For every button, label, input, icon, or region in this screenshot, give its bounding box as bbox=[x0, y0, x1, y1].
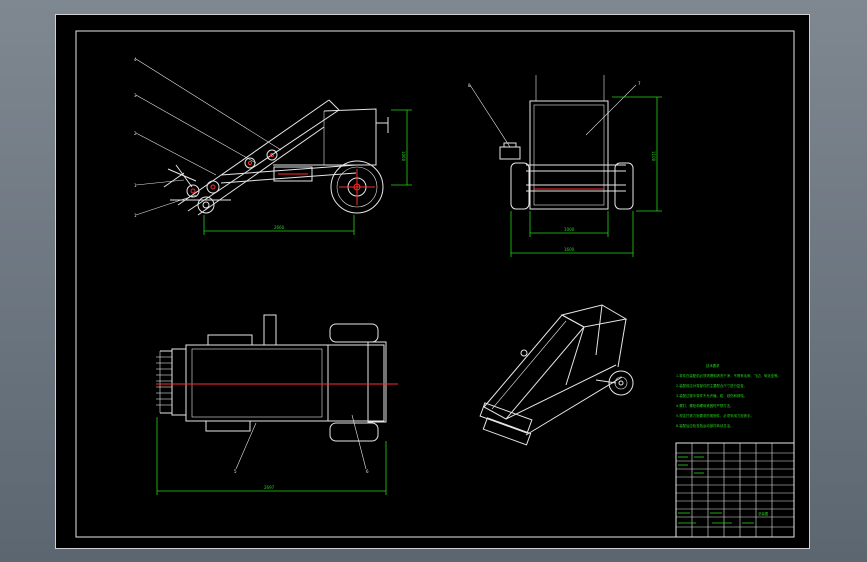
note-line-5: 5.规定拧紧力矩要求的紧固件，必须采用力矩扳手。 bbox=[676, 413, 754, 418]
note-line-3: 3.装配过程中零件不允许磕、碰、划伤和锈蚀。 bbox=[676, 393, 747, 398]
top-length-dim: 2697 bbox=[264, 485, 275, 490]
side-length-dim: 2660 bbox=[274, 225, 285, 230]
drawing-sheet: 4 3 2 1 1 2660 1060 8 7 1000 1600 1100 5… bbox=[55, 14, 810, 549]
side-balloon-1b: 1 bbox=[134, 213, 137, 218]
note-line-1: 1.零件在装配前必须清理和清洗干净，不得有毛刺、飞边、氧化皮等。 bbox=[676, 373, 781, 378]
isometric-view bbox=[479, 304, 634, 446]
top-view: 5 6 2697 bbox=[156, 314, 398, 495]
note-line-4: 4.螺钉、螺栓和螺母紧固时严禁打击。 bbox=[676, 403, 733, 408]
end-outer-width-dim: 1600 bbox=[564, 247, 575, 252]
end-view: 8 7 1000 1600 1100 bbox=[468, 75, 662, 257]
top-balloon-5: 5 bbox=[234, 469, 237, 474]
side-balloon-1a: 1 bbox=[134, 183, 137, 188]
end-balloon-7: 7 bbox=[638, 81, 641, 86]
notes-heading: 技术要求 bbox=[706, 363, 720, 368]
cad-viewport[interactable]: 4 3 2 1 1 2660 1060 8 7 1000 1600 1100 5… bbox=[0, 0, 867, 562]
note-line-2: 2.装配前应对零部件的主要配合尺寸进行复查。 bbox=[676, 383, 747, 388]
drawing-canvas: 4 3 2 1 1 2660 1060 8 7 1000 1600 1100 5… bbox=[75, 30, 795, 538]
end-inner-width-dim: 1000 bbox=[564, 227, 575, 232]
title-block-title: 总装图 bbox=[758, 511, 769, 516]
note-line-6: 6.装配后应检查各运动部件转动灵活。 bbox=[676, 423, 733, 428]
end-height-dim: 1100 bbox=[651, 151, 656, 162]
side-view: 4 3 2 1 1 2660 1060 bbox=[134, 57, 412, 235]
technical-notes: 技术要求 1.零件在装配前必须清理和清洗干净，不得有毛刺、飞边、氧化皮等。 2.… bbox=[676, 363, 781, 428]
title-block: 总装图 bbox=[675, 442, 795, 538]
top-balloon-6: 6 bbox=[366, 469, 369, 474]
side-height-dim: 1060 bbox=[401, 151, 406, 162]
